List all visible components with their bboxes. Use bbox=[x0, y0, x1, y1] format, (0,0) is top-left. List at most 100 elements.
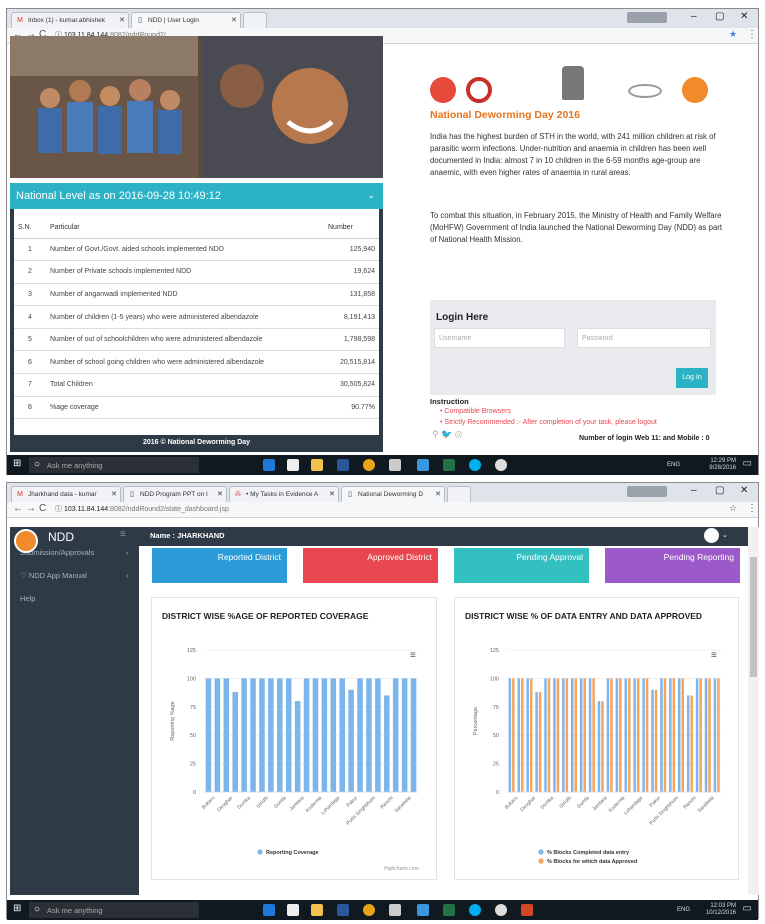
page-scrollbar[interactable] bbox=[748, 527, 759, 895]
data-entry-chart: 0 25 50 75 100 125 Percentage Bokaro Deoghar Dumk… bbox=[473, 648, 721, 865]
store-icon[interactable] bbox=[287, 459, 299, 471]
brand-name[interactable]: NDD bbox=[48, 530, 74, 544]
close-tab-icon[interactable]: ✕ bbox=[119, 16, 125, 24]
tab-asana[interactable]: ⁂ • My Tasks in Evidence A ✕ bbox=[229, 486, 339, 502]
reported-district-card[interactable]: Reported District bbox=[152, 548, 287, 583]
password-field[interactable]: Password bbox=[577, 328, 711, 348]
bar bbox=[544, 678, 547, 792]
chrome-icon[interactable] bbox=[363, 904, 375, 916]
tray-clock[interactable]: 12:29 PM 9/28/2016 bbox=[709, 458, 736, 472]
skype-icon[interactable] bbox=[469, 904, 481, 916]
powerpoint-icon[interactable] bbox=[521, 904, 533, 916]
username-field[interactable]: Username bbox=[434, 328, 565, 348]
close-tab-icon[interactable]: ✕ bbox=[435, 490, 441, 498]
word-icon[interactable] bbox=[337, 904, 349, 916]
bar bbox=[259, 678, 265, 792]
chevron-left-icon: ‹ bbox=[126, 548, 129, 557]
national-level-panel-header[interactable]: National Level as on 2016-09-28 10:49:12… bbox=[10, 183, 383, 209]
close-tab-icon[interactable]: ✕ bbox=[231, 16, 237, 24]
social-icons[interactable]: ⚲ 🐦 ◎ bbox=[432, 429, 463, 440]
cortana-search[interactable]: ○ Ask me anything bbox=[29, 902, 199, 918]
menu-icon[interactable]: ⋮ bbox=[747, 503, 757, 514]
skype-icon[interactable] bbox=[469, 459, 481, 471]
edge-icon[interactable] bbox=[263, 904, 275, 916]
tab-ndd-dashboard[interactable]: ▯ National Deworming D ✕ bbox=[341, 486, 445, 502]
back-icon[interactable]: ← bbox=[13, 503, 23, 514]
address-bar[interactable]: ← → C ⓘ 103.11.84.144:8082/nddRound2/sta… bbox=[7, 502, 758, 518]
store-icon[interactable] bbox=[287, 904, 299, 916]
user-menu-icon[interactable] bbox=[704, 528, 719, 543]
x-tick-label: Giridih bbox=[255, 795, 270, 810]
star-icon[interactable]: ☆ bbox=[729, 503, 737, 514]
explorer-icon[interactable] bbox=[311, 459, 323, 471]
tab-ndd-ppt[interactable]: ▯ NDD Program PPT on I ✕ bbox=[123, 486, 227, 502]
steam-icon[interactable] bbox=[495, 904, 507, 916]
close-tab-icon[interactable]: ✕ bbox=[329, 490, 335, 498]
tray-lang[interactable]: ENG bbox=[677, 907, 690, 913]
url-text[interactable]: ⓘ 103.11.84.144:8082/nddRound2/state_das… bbox=[55, 504, 229, 514]
pending-approval-card[interactable]: Pending Approval bbox=[454, 548, 589, 583]
bar bbox=[615, 678, 619, 792]
hamburger-icon[interactable]: ≡ bbox=[120, 529, 126, 540]
maximize-icon[interactable]: ▢ bbox=[715, 11, 724, 22]
star-icon[interactable]: ★ bbox=[729, 29, 737, 40]
chevron-down-icon[interactable]: ⌄ bbox=[722, 531, 728, 539]
x-tick-label: Lohardaga bbox=[320, 795, 341, 816]
word-icon[interactable] bbox=[337, 459, 349, 471]
edge-icon[interactable] bbox=[263, 459, 275, 471]
reload-icon[interactable]: C bbox=[39, 503, 46, 514]
y-tick-label: 50 bbox=[190, 733, 196, 739]
tab-gmail[interactable]: M Jharkhand data - kumar ✕ bbox=[11, 486, 121, 502]
approved-district-card[interactable]: Approved District bbox=[303, 548, 438, 583]
calculator-icon[interactable] bbox=[389, 459, 401, 471]
profile-badge[interactable] bbox=[627, 486, 667, 497]
excel-icon[interactable] bbox=[443, 459, 455, 471]
tab-strip: M Jharkhand data - kumar ✕ ▯ NDD Program… bbox=[7, 483, 758, 502]
windows-start-icon[interactable]: ⊞ bbox=[13, 458, 21, 469]
sidebar-item-help[interactable]: Help bbox=[20, 594, 35, 603]
menu-icon[interactable]: ⋮ bbox=[747, 29, 757, 40]
bar bbox=[708, 678, 711, 792]
maximize-icon[interactable]: ▢ bbox=[715, 485, 724, 496]
cortana-search[interactable]: ○ Ask me anything bbox=[29, 457, 199, 473]
sidebar-item-manual[interactable]: ♡ NDD App Manual ‹ bbox=[20, 571, 129, 580]
highcharts-credit[interactable]: Highcharts.com bbox=[384, 866, 419, 872]
bar bbox=[562, 678, 565, 792]
chevron-down-icon[interactable]: ⌄ bbox=[367, 190, 375, 201]
minimize-icon[interactable]: – bbox=[691, 485, 697, 496]
scrollbar-thumb[interactable] bbox=[750, 557, 757, 677]
steam-icon[interactable] bbox=[495, 459, 507, 471]
tab-gmail[interactable]: M Inbox (1) - kumar.abhishek ✕ bbox=[11, 12, 129, 28]
app-icon[interactable] bbox=[417, 904, 429, 916]
tray-lang[interactable]: ENG bbox=[667, 462, 680, 468]
excel-icon[interactable] bbox=[443, 904, 455, 916]
bar bbox=[529, 678, 533, 792]
forward-icon[interactable]: → bbox=[26, 503, 36, 514]
calculator-icon[interactable] bbox=[389, 904, 401, 916]
close-window-icon[interactable]: ✕ bbox=[740, 485, 748, 496]
minimize-icon[interactable]: – bbox=[691, 11, 697, 22]
close-tab-icon[interactable]: ✕ bbox=[111, 490, 117, 498]
tray-clock[interactable]: 12:03 PM 10/12/2016 bbox=[706, 903, 736, 917]
bar bbox=[348, 689, 354, 792]
close-tab-icon[interactable]: ✕ bbox=[217, 490, 223, 498]
new-tab-button[interactable] bbox=[243, 12, 267, 28]
y-tick-label: 100 bbox=[490, 676, 499, 682]
login-button[interactable]: Log In bbox=[676, 368, 708, 388]
profile-badge[interactable] bbox=[627, 12, 667, 23]
user-name: Name : JHARKHAND bbox=[150, 531, 225, 540]
windows-start-icon[interactable]: ⊞ bbox=[13, 903, 21, 914]
tab-ndd-login[interactable]: ▯ NDD | User Login ✕ bbox=[131, 12, 241, 28]
bar bbox=[597, 701, 601, 792]
col-sn: S.N. bbox=[14, 218, 46, 239]
close-window-icon[interactable]: ✕ bbox=[740, 11, 748, 22]
explorer-icon[interactable] bbox=[311, 904, 323, 916]
chrome-icon[interactable] bbox=[363, 459, 375, 471]
new-tab-button[interactable] bbox=[447, 486, 471, 502]
instruction-item[interactable]: • Compatible Browsers bbox=[440, 408, 511, 415]
notification-icon[interactable]: ▭ bbox=[743, 458, 752, 469]
pending-reporting-card[interactable]: Pending Reporting bbox=[605, 548, 740, 583]
notification-icon[interactable]: ▭ bbox=[743, 903, 752, 914]
app-icon[interactable] bbox=[417, 459, 429, 471]
bar bbox=[538, 692, 542, 792]
